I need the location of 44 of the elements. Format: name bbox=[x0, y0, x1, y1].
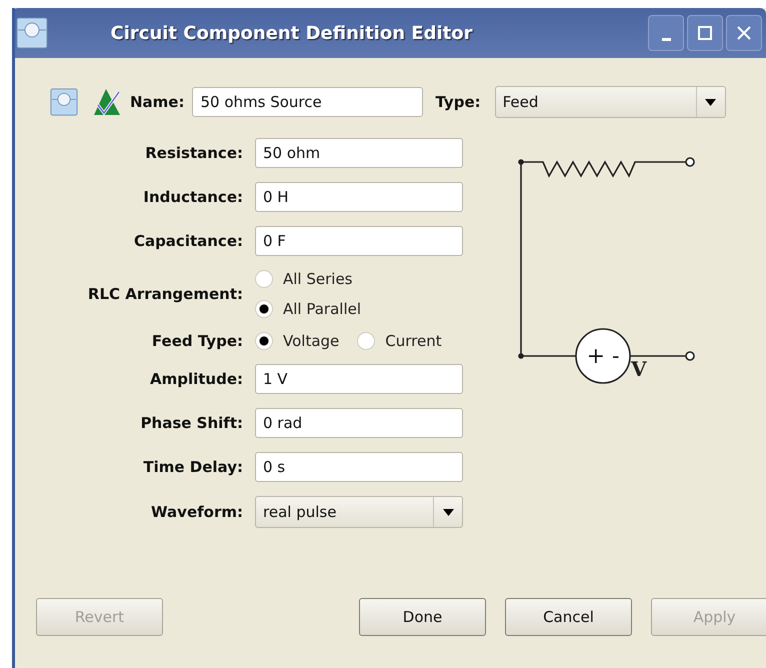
dialog-button[interactable]: Done bbox=[359, 598, 486, 636]
field-label: Phase Shift: bbox=[140, 414, 243, 432]
text-field[interactable]: 50 ohm bbox=[255, 138, 463, 168]
field-label: Time Delay: bbox=[142, 458, 243, 476]
name-field[interactable]: 50 ohms Source bbox=[192, 87, 424, 117]
field-label: Amplitude: bbox=[148, 370, 243, 388]
radio-button[interactable] bbox=[255, 300, 273, 318]
radio-option[interactable]: Current bbox=[357, 332, 442, 350]
waveform-dropdown[interactable]: real pulse bbox=[255, 496, 463, 528]
radio-button[interactable] bbox=[357, 332, 376, 350]
type-dropdown[interactable]: Feed bbox=[494, 86, 726, 118]
maximize-icon bbox=[698, 26, 712, 40]
radio-option[interactable]: All Parallel bbox=[255, 300, 463, 318]
app-icon bbox=[16, 17, 48, 49]
text-field[interactable]: 0 H bbox=[255, 182, 463, 212]
field-label: Resistance: bbox=[144, 144, 243, 162]
text-field[interactable]: 0 rad bbox=[255, 408, 463, 438]
close-button[interactable] bbox=[726, 15, 762, 51]
close-icon bbox=[737, 26, 751, 40]
field-label: Feed Type: bbox=[150, 332, 243, 350]
text-field[interactable]: 0 F bbox=[255, 226, 463, 256]
voltage-label: V bbox=[631, 357, 647, 381]
polarity-label: + - bbox=[586, 344, 620, 369]
field-label: Capacitance: bbox=[132, 232, 243, 250]
field-label: Waveform: bbox=[150, 503, 243, 521]
field-label: Inductance: bbox=[142, 188, 243, 206]
text-field[interactable]: 1 V bbox=[255, 364, 463, 394]
dialog-button[interactable]: Cancel bbox=[505, 598, 632, 636]
field-label: RLC Arrangement: bbox=[86, 285, 243, 303]
caret-icon bbox=[442, 508, 454, 516]
checkmark-icon bbox=[92, 87, 122, 117]
minimize-icon bbox=[662, 38, 670, 40]
radio-button[interactable] bbox=[255, 332, 273, 350]
minimize-button[interactable] bbox=[648, 15, 684, 51]
radio-button[interactable] bbox=[255, 270, 273, 288]
window-title: Circuit Component Definition Editor bbox=[110, 22, 474, 44]
type-label: Type: bbox=[435, 93, 481, 111]
radio-option[interactable]: All Series bbox=[255, 270, 463, 288]
radio-option[interactable]: Voltage bbox=[255, 332, 340, 350]
caret-icon bbox=[705, 98, 716, 106]
name-label: Name: bbox=[130, 93, 184, 111]
text-field[interactable]: 0 s bbox=[255, 452, 463, 482]
maximize-button[interactable] bbox=[687, 15, 723, 51]
component-icon bbox=[50, 88, 78, 116]
